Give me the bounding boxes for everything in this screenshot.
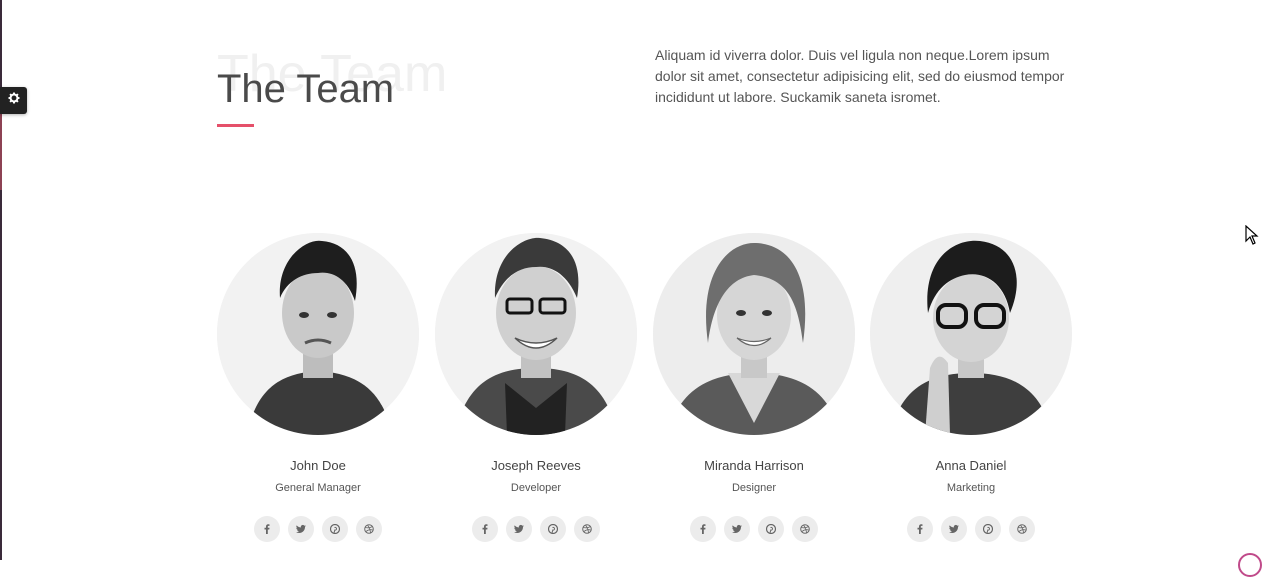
facebook-icon[interactable] xyxy=(254,516,280,542)
member-role: Developer xyxy=(510,482,562,494)
team-member: Miranda Harrison Designer xyxy=(653,233,855,542)
facebook-icon[interactable] xyxy=(690,516,716,542)
member-name: Miranda Harrison xyxy=(704,458,804,473)
twitter-icon[interactable] xyxy=(724,516,750,542)
member-role: Designer xyxy=(731,482,777,494)
gear-icon xyxy=(7,91,21,110)
page-edge xyxy=(0,0,2,560)
section-intro: Aliquam id viverra dolor. Duis vel ligul… xyxy=(655,47,1065,105)
dribbble-icon[interactable] xyxy=(356,516,382,542)
settings-toggle-button[interactable] xyxy=(0,87,27,114)
scroll-indicator xyxy=(1238,553,1262,577)
member-socials xyxy=(870,516,1072,542)
title-underline xyxy=(217,124,254,127)
member-role: General Manager xyxy=(275,482,361,494)
twitter-icon[interactable] xyxy=(941,516,967,542)
dribbble-icon[interactable] xyxy=(1009,516,1035,542)
section-title: The Team xyxy=(217,67,395,111)
member-photo xyxy=(217,233,419,435)
team-member: John Doe General Manager xyxy=(217,233,419,542)
member-photo xyxy=(870,233,1072,435)
member-role: Marketing xyxy=(946,482,996,494)
pinterest-icon[interactable] xyxy=(758,516,784,542)
page-edge-accent xyxy=(0,110,2,190)
member-photo xyxy=(653,233,855,435)
twitter-icon[interactable] xyxy=(506,516,532,542)
member-socials xyxy=(653,516,855,542)
facebook-icon[interactable] xyxy=(472,516,498,542)
pinterest-icon[interactable] xyxy=(975,516,1001,542)
team-member: Anna Daniel Marketing xyxy=(870,233,1072,542)
team-grid: John Doe General Manager Joseph Reeves D… xyxy=(217,233,1077,553)
twitter-icon[interactable] xyxy=(288,516,314,542)
section-header: The Team The Team xyxy=(217,40,637,140)
team-member: Joseph Reeves Developer xyxy=(435,233,637,542)
member-socials xyxy=(435,516,637,542)
member-name: Anna Daniel xyxy=(935,458,1007,473)
member-name: John Doe xyxy=(290,458,346,473)
facebook-icon[interactable] xyxy=(907,516,933,542)
member-socials xyxy=(217,516,419,542)
mouse-cursor-icon xyxy=(1245,225,1259,245)
member-photo xyxy=(435,233,637,435)
pinterest-icon[interactable] xyxy=(322,516,348,542)
pinterest-icon[interactable] xyxy=(540,516,566,542)
dribbble-icon[interactable] xyxy=(792,516,818,542)
member-name: Joseph Reeves xyxy=(491,458,581,473)
dribbble-icon[interactable] xyxy=(574,516,600,542)
